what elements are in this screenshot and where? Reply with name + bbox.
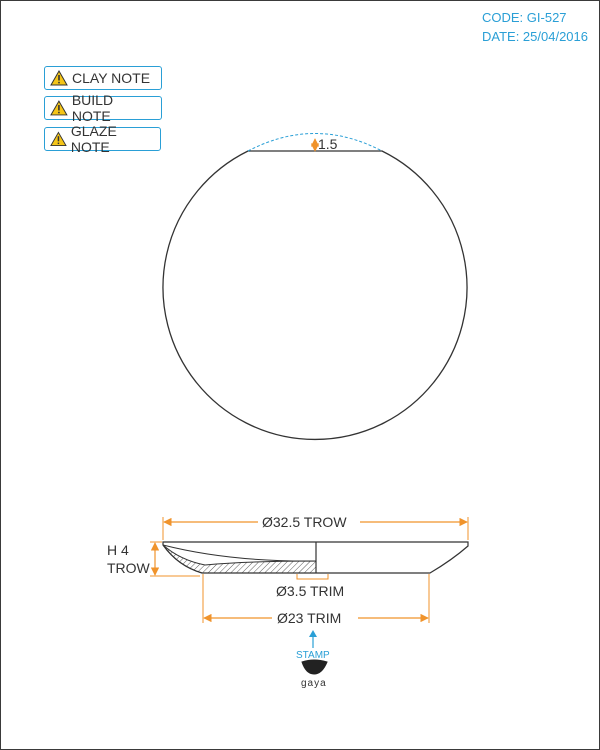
height-label-1: H 4 — [107, 542, 129, 558]
stamp-callout: STAMP gaya — [296, 630, 330, 689]
top-view: 1.5 — [162, 133, 468, 441]
technical-drawing: 1.5 Ø32.5 TROW H 4 TROW Ø3.5 TRIM Ø23 TR… — [107, 133, 469, 689]
height-label-2: TROW — [107, 560, 151, 576]
stamp-label: STAMP — [296, 650, 330, 661]
inner-curve — [162, 544, 317, 562]
foot-inner-label: Ø3.5 TRIM — [276, 583, 344, 599]
section-hatch — [162, 544, 317, 574]
section-view: Ø32.5 TROW H 4 TROW Ø3.5 TRIM Ø23 TRIM — [107, 513, 469, 626]
outer-diameter-label: Ø32.5 TROW — [262, 514, 347, 530]
rim-depth-label: 1.5 — [318, 136, 338, 152]
stamp-brand: gaya — [301, 678, 327, 689]
stamp-logo-icon — [301, 659, 328, 675]
foot-inner-bracket — [296, 574, 329, 580]
foot-outer-label: Ø23 TRIM — [277, 610, 341, 626]
top-view-outline — [162, 150, 468, 441]
